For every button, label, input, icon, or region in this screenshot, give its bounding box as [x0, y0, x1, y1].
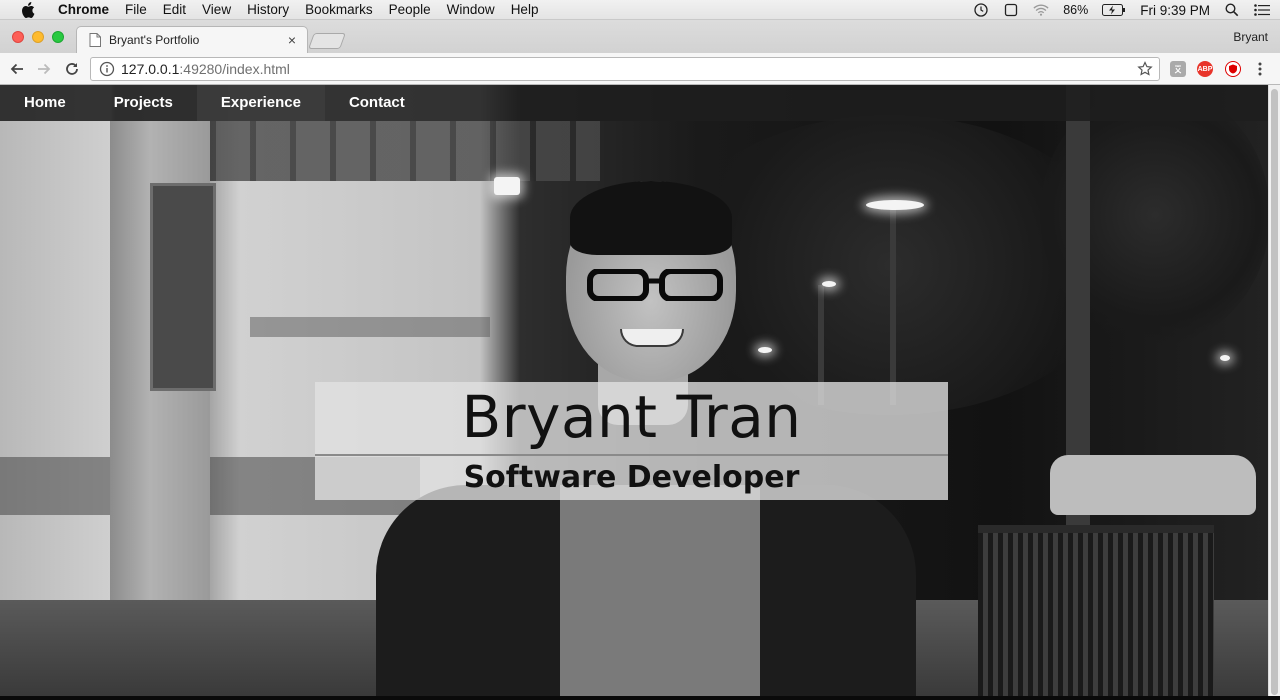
translate-extension-icon[interactable]	[1170, 61, 1186, 77]
spotlight-search-icon[interactable]	[1224, 2, 1240, 18]
hero-street-light	[758, 347, 772, 353]
page-scrollbar[interactable]	[1268, 85, 1280, 696]
hero-ceiling-light	[494, 177, 520, 195]
zoom-window-button[interactable]	[52, 31, 64, 43]
menu-view[interactable]: View	[202, 2, 231, 17]
new-tab-button[interactable]	[308, 33, 346, 49]
time-machine-icon[interactable]	[973, 2, 989, 18]
hero-wall-panel	[150, 183, 216, 391]
hero-awning-detail	[210, 121, 600, 181]
hero-person-hair	[570, 181, 732, 255]
hero-name-heading: Bryant Tran	[461, 383, 802, 451]
tab-close-icon[interactable]: ×	[283, 32, 301, 48]
menu-app-chrome[interactable]: Chrome	[58, 2, 109, 17]
nav-link-contact[interactable]: Contact	[325, 85, 429, 121]
hero-title-divider	[315, 454, 948, 456]
menu-file[interactable]: File	[125, 2, 147, 17]
back-arrow-icon[interactable]	[8, 60, 26, 78]
window-bottom-edge	[0, 696, 1280, 700]
hero-street-light	[822, 281, 836, 287]
site-info-icon[interactable]	[99, 61, 115, 77]
battery-percentage: 86%	[1063, 3, 1089, 17]
browser-tab-strip: Bryant's Portfolio × Bryant	[0, 20, 1280, 53]
hero-person-shirt	[560, 485, 760, 696]
browser-toolbar: 127.0.0.1:49280/index.html ABP	[0, 53, 1280, 85]
hero-parked-car	[1050, 455, 1256, 515]
profile-name[interactable]: Bryant	[1233, 30, 1268, 44]
nav-link-home[interactable]: Home	[0, 85, 90, 121]
reload-icon[interactable]	[63, 60, 81, 78]
macos-menu-bar: Chrome File Edit View History Bookmarks …	[0, 0, 1280, 20]
hero-person-glasses	[587, 269, 723, 301]
menu-people[interactable]: People	[389, 2, 431, 17]
hero-lamp-post	[890, 205, 896, 405]
display-mirror-icon[interactable]	[1003, 2, 1019, 18]
close-window-button[interactable]	[12, 31, 24, 43]
page-viewport: Home Projects Experience Contact Bryant …	[0, 85, 1268, 696]
nav-link-experience[interactable]: Experience	[196, 85, 325, 121]
menu-help[interactable]: Help	[511, 2, 539, 17]
hero-wall-stripe	[250, 317, 490, 337]
chrome-menu-icon[interactable]	[1251, 60, 1269, 78]
url-host: 127.0.0.1	[121, 61, 180, 77]
battery-charging-icon[interactable]	[1102, 2, 1126, 18]
menu-edit[interactable]: Edit	[163, 2, 186, 17]
menu-window[interactable]: Window	[447, 2, 495, 17]
ublock-shield-icon[interactable]	[1225, 61, 1241, 77]
bookmark-star-icon[interactable]	[1137, 61, 1153, 77]
forward-arrow-icon[interactable]	[35, 60, 53, 78]
hero-title-box: Bryant Tran Software Developer	[315, 382, 948, 500]
tab-title: Bryant's Portfolio	[109, 33, 200, 47]
hero-street-light	[1220, 355, 1230, 361]
menu-history[interactable]: History	[247, 2, 289, 17]
hero-trash-bin	[978, 525, 1214, 696]
scrollbar-thumb[interactable]	[1271, 89, 1278, 695]
wifi-icon[interactable]	[1033, 2, 1049, 18]
minimize-window-button[interactable]	[32, 31, 44, 43]
browser-tab-active[interactable]: Bryant's Portfolio ×	[76, 26, 308, 53]
site-navigation: Home Projects Experience Contact	[0, 85, 1268, 121]
adblock-plus-icon[interactable]: ABP	[1197, 61, 1213, 77]
notification-center-icon[interactable]	[1254, 2, 1270, 18]
menu-clock[interactable]: Fri 9:39 PM	[1140, 3, 1210, 18]
hero-street-light	[866, 200, 924, 210]
address-bar[interactable]: 127.0.0.1:49280/index.html	[90, 57, 1160, 81]
page-favicon-icon	[89, 33, 101, 47]
window-controls	[12, 31, 64, 43]
hero-person-smile	[620, 329, 684, 347]
apple-menu-icon[interactable]	[20, 1, 36, 18]
menu-bookmarks[interactable]: Bookmarks	[305, 2, 373, 17]
url-path: :49280/index.html	[179, 61, 290, 77]
hero-role-subheading: Software Developer	[463, 460, 800, 495]
nav-link-projects[interactable]: Projects	[90, 85, 197, 121]
